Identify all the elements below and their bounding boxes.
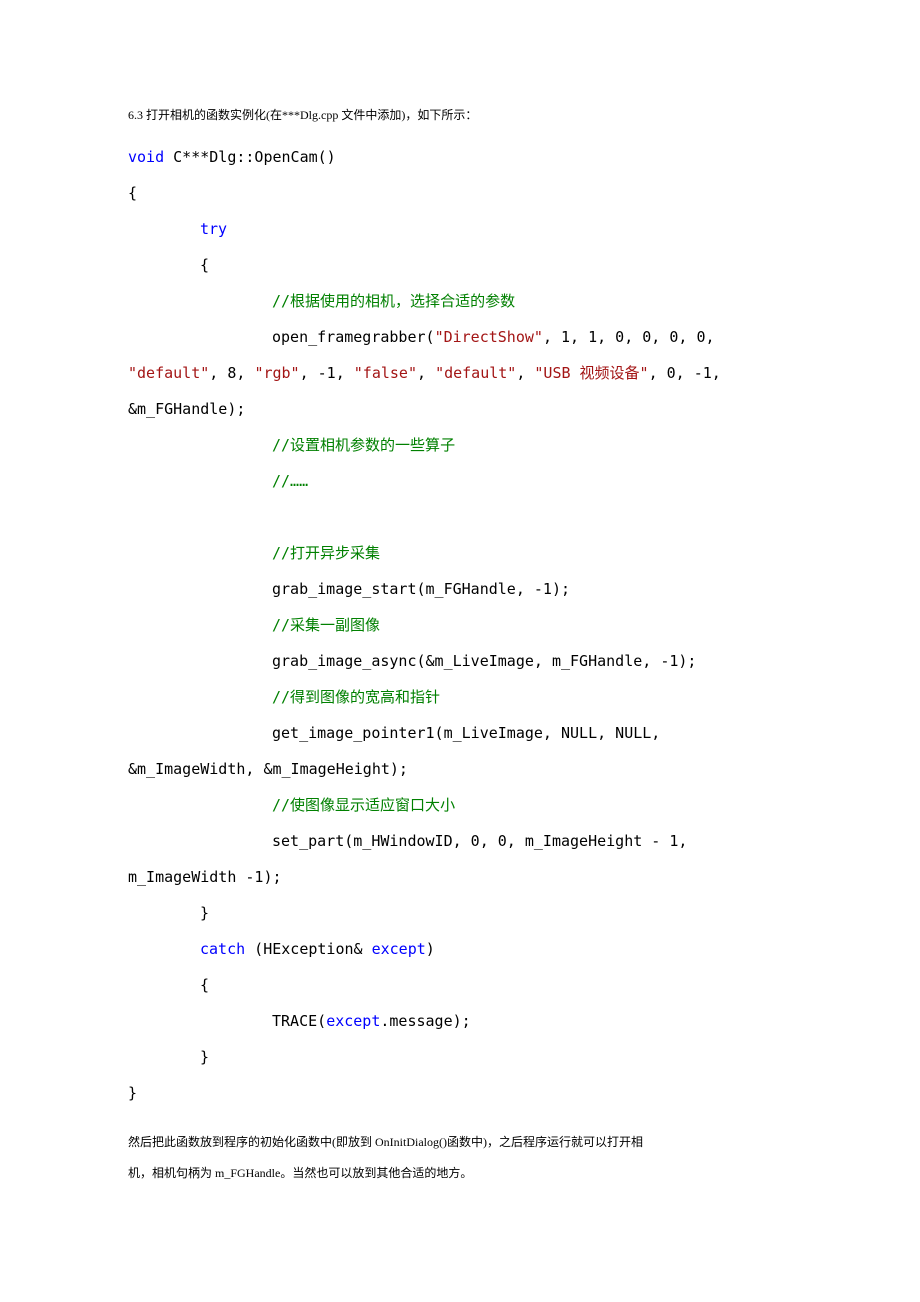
code-text: set_part(m_HWindowID, 0, 0, m_ImageHeigh… — [272, 832, 687, 850]
comment: //设置相机参数的一些算子 — [272, 436, 455, 454]
code-text: } — [200, 904, 209, 922]
code-text: m_ImageWidth -1); — [128, 868, 282, 886]
code-text: , — [417, 364, 435, 382]
code-text: } — [200, 1048, 209, 1066]
keyword-void: void — [128, 148, 164, 166]
code-text: { — [200, 976, 209, 994]
keyword-except: except — [372, 940, 426, 958]
keyword-try: try — [200, 220, 227, 238]
comment: //使图像显示适应窗口大小 — [272, 796, 455, 814]
code-text: TRACE( — [272, 1012, 326, 1030]
code-text: .message); — [380, 1012, 470, 1030]
outro-text-2: 机，相机句柄为 m_FGHandle。当然也可以放到其他合适的地方。 — [128, 1158, 792, 1189]
code-text: , 8, — [209, 364, 254, 382]
string-literal: "default" — [128, 364, 209, 382]
code-text: { — [200, 256, 209, 274]
code-text: } — [128, 1084, 137, 1102]
string-literal: "DirectShow" — [435, 328, 543, 346]
comment: //得到图像的宽高和指针 — [272, 688, 440, 706]
code-text: C***Dlg::OpenCam() — [164, 148, 336, 166]
string-literal: "default" — [435, 364, 516, 382]
code-text: , -1, — [300, 364, 354, 382]
code-block: void C***Dlg::OpenCam() { try { //根据使用的相… — [128, 139, 792, 1111]
intro-text: 6.3 打开相机的函数实例化(在***Dlg.cpp 文件中添加)，如下所示： — [128, 100, 792, 131]
comment: //采集一副图像 — [272, 616, 380, 634]
keyword-catch: catch — [200, 940, 245, 958]
code-text: &m_ImageWidth, &m_ImageHeight); — [128, 760, 408, 778]
code-text: grab_image_async(&m_LiveImage, m_FGHandl… — [272, 652, 696, 670]
code-text: grab_image_start(m_FGHandle, -1); — [272, 580, 570, 598]
string-literal: "false" — [354, 364, 417, 382]
code-text: , 0, -1, — [649, 364, 721, 382]
code-text: get_image_pointer1(m_LiveImage, NULL, NU… — [272, 724, 660, 742]
outro-text-1: 然后把此函数放到程序的初始化函数中(即放到 OnInitDialog()函数中)… — [128, 1127, 792, 1158]
comment: //打开异步采集 — [272, 544, 380, 562]
code-text: , 1, 1, 0, 0, 0, 0, — [543, 328, 715, 346]
code-text: open_framegrabber( — [272, 328, 435, 346]
code-text: { — [128, 184, 137, 202]
code-text: &m_FGHandle); — [128, 400, 245, 418]
code-text: (HException& — [245, 940, 371, 958]
comment: //根据使用的相机，选择合适的参数 — [272, 292, 515, 310]
code-text: ) — [426, 940, 435, 958]
string-literal: "USB 视频设备" — [534, 364, 648, 382]
comment: //…… — [272, 472, 308, 490]
string-literal: "rgb" — [254, 364, 299, 382]
code-text: , — [516, 364, 534, 382]
keyword-except: except — [326, 1012, 380, 1030]
